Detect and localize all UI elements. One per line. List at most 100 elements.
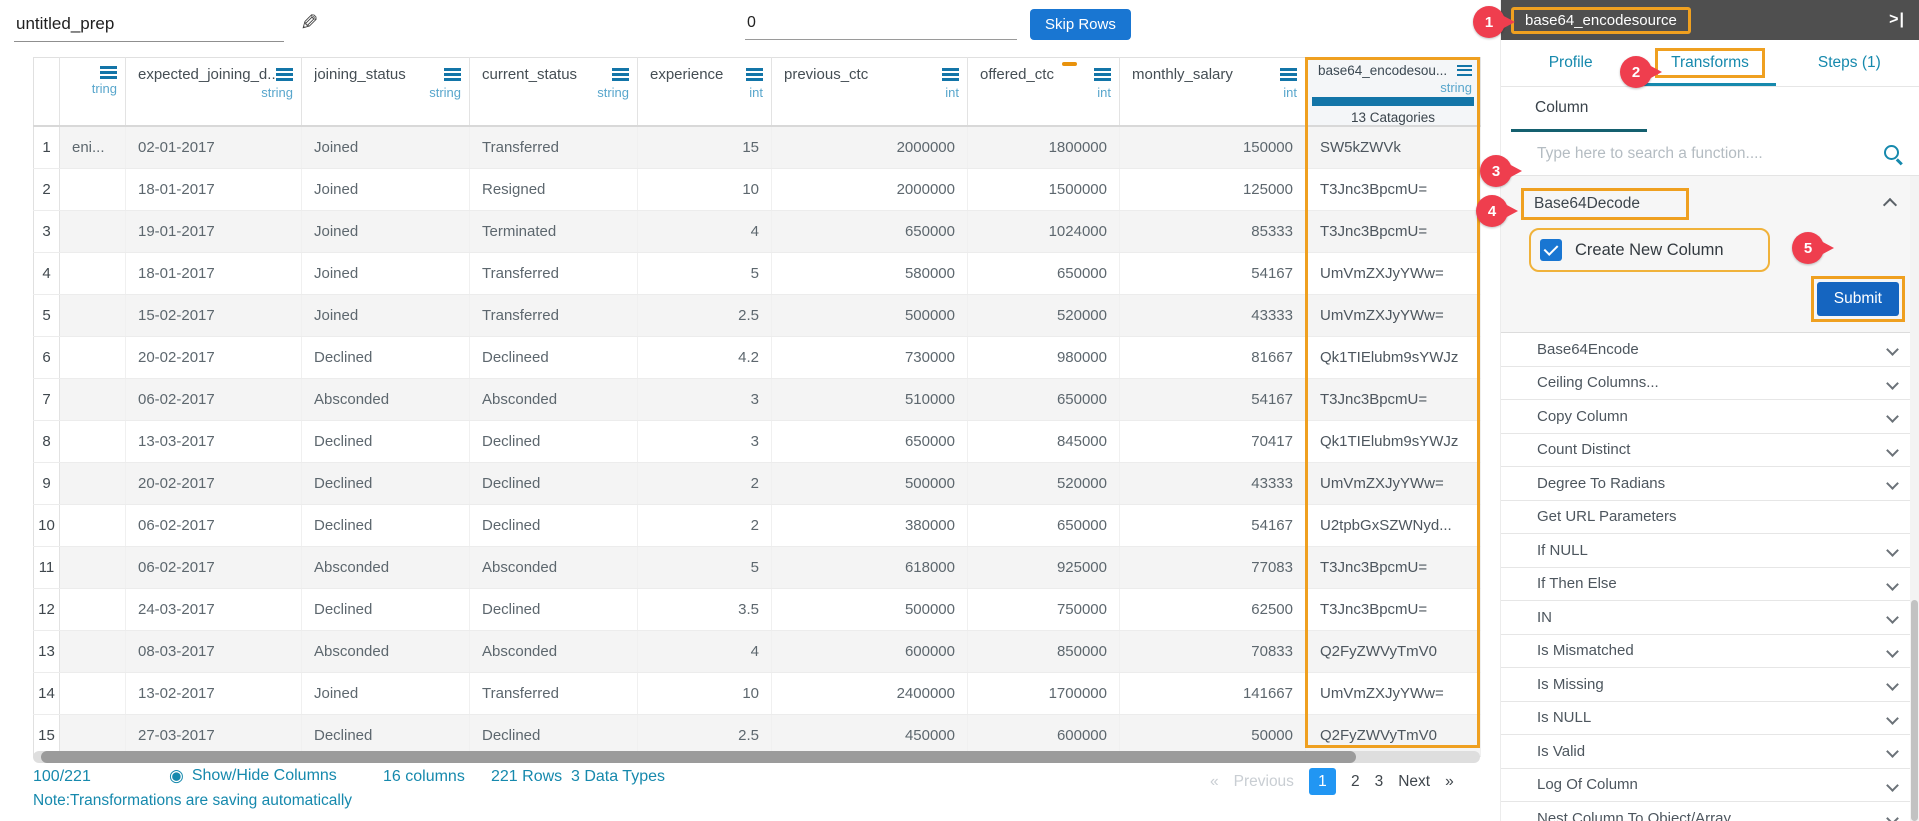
column-menu-icon[interactable] — [746, 68, 763, 81]
cell[interactable]: 2.5 — [637, 714, 772, 757]
cell[interactable]: 2400000 — [771, 672, 968, 715]
cell[interactable]: 2000000 — [771, 126, 968, 169]
cell[interactable] — [59, 714, 126, 757]
cell[interactable] — [59, 378, 126, 421]
column-header[interactable] — [33, 57, 60, 127]
cell[interactable]: Declined — [301, 588, 470, 631]
cell[interactable]: Joined — [301, 168, 470, 211]
function-item-is-mismatched[interactable]: Is Mismatched — [1501, 635, 1919, 668]
column-header-joining-status[interactable]: joining_status string — [301, 57, 470, 127]
first-page-arrow[interactable]: « — [1210, 773, 1219, 791]
cell[interactable]: Declined — [301, 336, 470, 379]
cell[interactable]: 980000 — [967, 336, 1120, 379]
function-item-if-then-else[interactable]: If Then Else — [1501, 568, 1919, 601]
column-header-previous-ctc[interactable]: previous_ctc int — [771, 57, 968, 127]
function-item-copy-column[interactable]: Copy Column — [1501, 400, 1919, 434]
cell[interactable]: 1700000 — [967, 672, 1120, 715]
edit-pencil-icon[interactable] — [300, 10, 318, 36]
column-menu-icon[interactable] — [942, 68, 959, 81]
cell[interactable]: 02-01-2017 — [125, 126, 302, 169]
cell[interactable]: 70417 — [1119, 420, 1306, 463]
cell[interactable]: Absconded — [469, 546, 638, 589]
cell[interactable]: 650000 — [967, 378, 1120, 421]
cell[interactable]: 2 — [637, 462, 772, 505]
cell[interactable]: 4 — [637, 630, 772, 673]
cell[interactable]: 380000 — [771, 504, 968, 547]
cell[interactable]: T3Jnc3BpcmU= — [1305, 168, 1481, 211]
function-item-nest-column-to-object-array[interactable]: Nest Column To Object/Array — [1501, 802, 1919, 821]
cell[interactable]: U2tpbGxSZWNyd... — [1305, 504, 1481, 547]
search-icon[interactable] — [1883, 144, 1903, 164]
cell[interactable]: T3Jnc3BpcmU= — [1305, 546, 1481, 589]
cell[interactable]: T3Jnc3BpcmU= — [1305, 588, 1481, 631]
cell[interactable]: Declined — [469, 420, 638, 463]
cell[interactable]: 81667 — [1119, 336, 1306, 379]
cell[interactable]: 06-02-2017 — [125, 378, 302, 421]
cell[interactable]: 500000 — [771, 294, 968, 337]
function-item-base64decode[interactable]: Base64Decode — [1521, 188, 1689, 220]
column-menu-icon[interactable] — [612, 68, 629, 81]
cell[interactable]: 54167 — [1119, 378, 1306, 421]
next-page-button[interactable]: Next — [1398, 773, 1430, 791]
cell[interactable]: 2 — [637, 504, 772, 547]
cell[interactable]: 650000 — [967, 252, 1120, 295]
cell[interactable]: 85333 — [1119, 210, 1306, 253]
cell[interactable]: Declined — [301, 420, 470, 463]
cell[interactable]: 600000 — [967, 714, 1120, 757]
cell[interactable]: 141667 — [1119, 672, 1306, 715]
cell[interactable]: 3 — [637, 378, 772, 421]
cell[interactable]: Declined — [469, 714, 638, 757]
cell[interactable]: 2.5 — [637, 294, 772, 337]
cell[interactable]: Joined — [301, 252, 470, 295]
cell[interactable]: 1500000 — [967, 168, 1120, 211]
last-page-arrow[interactable]: » — [1445, 773, 1454, 791]
cell[interactable]: 20-02-2017 — [125, 462, 302, 505]
column-menu-icon[interactable] — [276, 68, 293, 81]
cell[interactable]: 500000 — [771, 588, 968, 631]
cell[interactable]: SW5kZWVk — [1305, 126, 1481, 169]
cell[interactable]: Joined — [301, 672, 470, 715]
horizontal-scrollbar[interactable] — [33, 751, 1480, 763]
cell[interactable]: 4 — [637, 210, 772, 253]
collapse-panel-icon[interactable]: >| — [1889, 11, 1905, 29]
cell[interactable]: T3Jnc3BpcmU= — [1305, 378, 1481, 421]
cell[interactable]: UmVmZXJyYWw= — [1305, 294, 1481, 337]
cell[interactable]: 125000 — [1119, 168, 1306, 211]
cell[interactable]: T3Jnc3BpcmU= — [1305, 210, 1481, 253]
page-1-button[interactable]: 1 — [1308, 768, 1336, 795]
cell[interactable]: 13-03-2017 — [125, 420, 302, 463]
column-menu-icon[interactable] — [1280, 68, 1297, 81]
cell[interactable]: 600000 — [771, 630, 968, 673]
function-item-if-null[interactable]: If NULL — [1501, 534, 1919, 568]
cell[interactable]: Transferred — [469, 252, 638, 295]
cell[interactable]: UmVmZXJyYWw= — [1305, 462, 1481, 505]
cell[interactable]: Joined — [301, 126, 470, 169]
function-item-is-null[interactable]: Is NULL — [1501, 702, 1919, 735]
cell[interactable]: 24-03-2017 — [125, 588, 302, 631]
cell[interactable]: 70833 — [1119, 630, 1306, 673]
cell[interactable]: Declined — [469, 504, 638, 547]
cell[interactable]: 06-02-2017 — [125, 546, 302, 589]
skip-rows-button[interactable]: Skip Rows — [1030, 9, 1131, 40]
column-menu-icon[interactable] — [1094, 68, 1111, 81]
cell[interactable]: Absconded — [469, 378, 638, 421]
cell[interactable]: Declineed — [469, 336, 638, 379]
function-item-count-distinct[interactable]: Count Distinct — [1501, 434, 1919, 467]
cell[interactable]: Joined — [301, 210, 470, 253]
function-search-input[interactable] — [1501, 132, 1919, 175]
horizontal-scrollbar-thumb[interactable] — [41, 751, 1356, 763]
cell[interactable]: 54167 — [1119, 504, 1306, 547]
cell[interactable]: Transferred — [469, 294, 638, 337]
cell[interactable]: Absconded — [301, 630, 470, 673]
vertical-scrollbar[interactable] — [1910, 176, 1919, 821]
vertical-scrollbar-thumb[interactable] — [1911, 600, 1918, 821]
cell[interactable]: 510000 — [771, 378, 968, 421]
cell[interactable]: 5 — [637, 546, 772, 589]
cell[interactable]: 1024000 — [967, 210, 1120, 253]
column-header[interactable]: tring — [59, 57, 126, 127]
cell[interactable]: 18-01-2017 — [125, 168, 302, 211]
cell[interactable] — [59, 210, 126, 253]
cell[interactable]: 150000 — [1119, 126, 1306, 169]
cell[interactable]: 580000 — [771, 252, 968, 295]
column-header-base64-encodesou[interactable]: base64_encodesou... string 13 Catagories — [1305, 57, 1481, 127]
